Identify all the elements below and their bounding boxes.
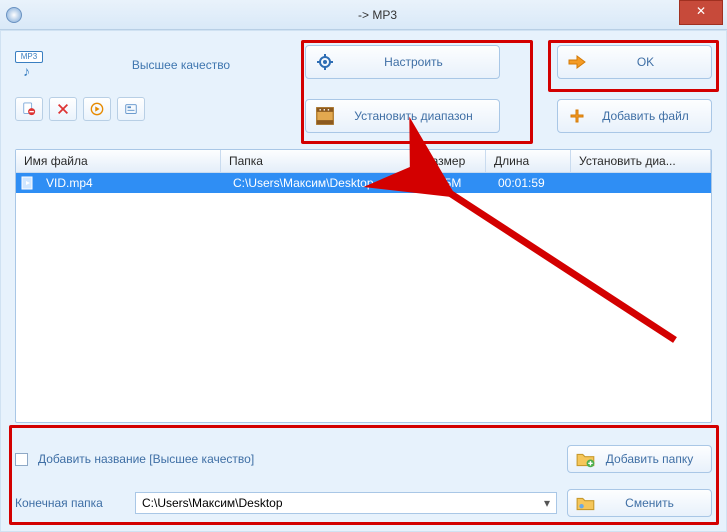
add-folder-label: Добавить папку <box>596 452 703 466</box>
play-icon <box>90 102 104 116</box>
quality-label: Высшее качество <box>132 58 230 72</box>
configure-button[interactable]: Настроить <box>305 45 500 79</box>
arrow-right-icon <box>566 55 588 69</box>
plus-icon <box>566 109 588 123</box>
top-row: MP3 ♪ Высшее качество <box>15 45 712 137</box>
table-row[interactable]: VID.mp4 C:\Users\Максим\Desktop 4.35M 00… <box>16 173 711 193</box>
list-body[interactable]: VID.mp4 C:\Users\Максим\Desktop 4.35M 00… <box>16 173 711 422</box>
column-header-length[interactable]: Длина <box>486 150 571 172</box>
action-buttons: OK Добавить файл <box>557 45 712 133</box>
cell-size: 4.35M <box>420 176 490 190</box>
close-button[interactable] <box>679 0 723 25</box>
add-title-row: Добавить название [Высшее качество] Доба… <box>15 445 712 473</box>
ok-button[interactable]: OK <box>557 45 712 79</box>
add-file-label: Добавить файл <box>588 109 703 123</box>
app-icon <box>6 7 22 23</box>
mp3-format-icon: MP3 ♪ <box>15 51 47 79</box>
bottom-panel: Добавить название [Высшее качество] Доба… <box>15 435 712 517</box>
output-folder-row: Конечная папка C:\Users\Максим\Desktop ▾… <box>15 489 712 517</box>
output-folder-value: C:\Users\Максим\Desktop <box>142 496 283 510</box>
add-title-label: Добавить название [Высшее качество] <box>38 452 254 466</box>
add-folder-button[interactable]: Добавить папку <box>567 445 712 473</box>
mini-toolbar <box>15 97 295 121</box>
column-header-size[interactable]: Размер <box>416 150 486 172</box>
mp3-badge: MP3 <box>15 51 43 63</box>
chevron-down-icon: ▾ <box>544 496 550 510</box>
window-title: -> MP3 <box>28 8 727 22</box>
folder-add-icon <box>576 450 596 468</box>
set-range-button[interactable]: Установить диапазон <box>305 99 500 133</box>
client-area: MP3 ♪ Высшее качество <box>0 30 727 532</box>
cell-folder: C:\Users\Максим\Desktop <box>225 176 420 190</box>
clear-icon <box>56 102 70 116</box>
list-header: Имя файла Папка Размер Длина Установить … <box>16 150 711 173</box>
titlebar: -> MP3 <box>0 0 727 30</box>
change-folder-button[interactable]: Сменить <box>567 489 712 517</box>
output-folder-label: Конечная папка <box>15 496 125 510</box>
add-file-button[interactable]: Добавить файл <box>557 99 712 133</box>
clear-list-button[interactable] <box>49 97 77 121</box>
column-header-folder[interactable]: Папка <box>221 150 416 172</box>
file-list: Имя файла Папка Размер Длина Установить … <box>15 149 712 423</box>
gear-icon <box>314 54 336 70</box>
folder-open-icon <box>576 494 596 512</box>
video-file-icon <box>20 175 36 191</box>
music-note-icon: ♪ <box>23 63 30 79</box>
column-header-range[interactable]: Установить диа... <box>571 150 711 172</box>
quality-block: MP3 ♪ Высшее качество <box>15 45 295 121</box>
quality-line: MP3 ♪ Высшее качество <box>15 45 295 85</box>
file-remove-icon <box>22 102 36 116</box>
cell-name: VID.mp4 <box>38 176 225 190</box>
change-folder-label: Сменить <box>596 496 703 510</box>
column-header-name[interactable]: Имя файла <box>16 150 221 172</box>
details-icon <box>124 102 138 116</box>
config-buttons: Настроить Установить диапазон <box>305 45 500 133</box>
remove-file-button[interactable] <box>15 97 43 121</box>
output-folder-dropdown[interactable]: C:\Users\Максим\Desktop ▾ <box>135 492 557 514</box>
cell-length: 00:01:59 <box>490 176 575 190</box>
film-icon <box>314 105 336 127</box>
info-button[interactable] <box>117 97 145 121</box>
play-button[interactable] <box>83 97 111 121</box>
ok-label: OK <box>588 55 703 69</box>
configure-label: Настроить <box>336 55 491 69</box>
add-title-checkbox[interactable] <box>15 453 28 466</box>
set-range-label: Установить диапазон <box>336 109 491 123</box>
